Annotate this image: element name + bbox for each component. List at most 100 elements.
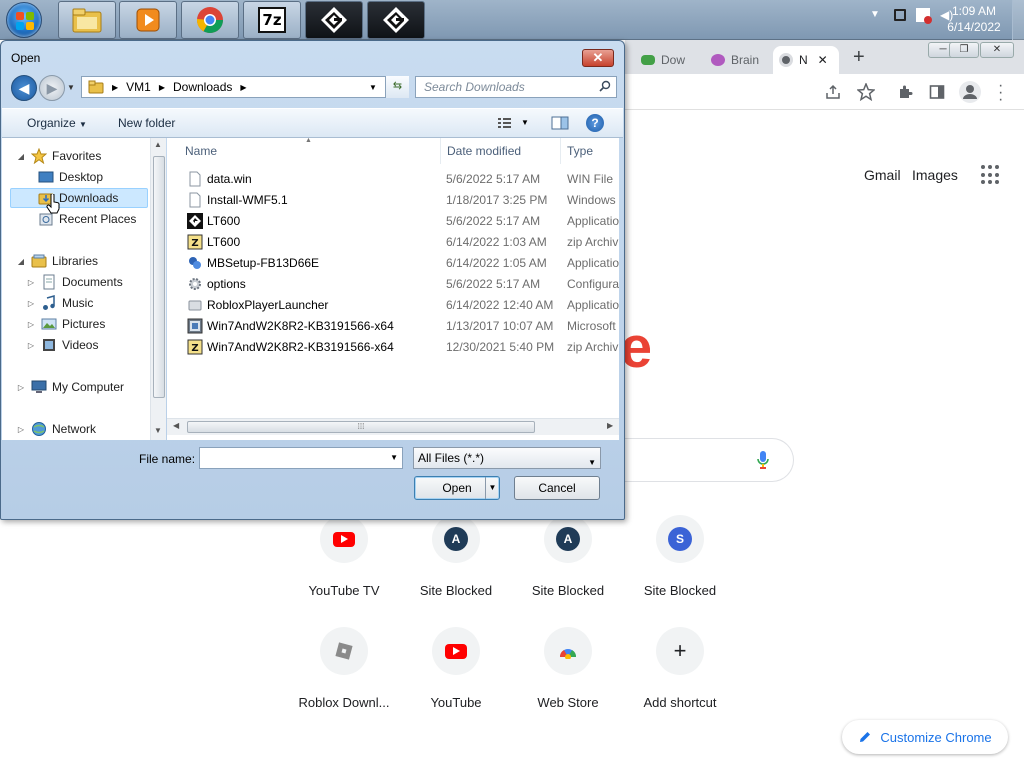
address-bar[interactable]: ▶ VM1 ▶ Downloads ▶ ▼ bbox=[81, 76, 409, 98]
open-button[interactable]: Open ▼ bbox=[414, 476, 500, 500]
breadcrumb-separator-icon[interactable]: ▶ bbox=[159, 83, 165, 92]
scrollbar-thumb[interactable]: ⁞⁞⁞ bbox=[187, 421, 535, 433]
file-name-input[interactable]: ▼ bbox=[199, 447, 403, 469]
scroll-up-arrow-icon[interactable]: ▲ bbox=[154, 140, 162, 149]
close-tab-icon[interactable]: ✕ bbox=[818, 53, 828, 67]
view-dropdown-icon[interactable]: ▼ bbox=[521, 118, 529, 127]
new-folder-button[interactable]: New folder bbox=[118, 116, 175, 130]
action-center-flag-icon[interactable] bbox=[916, 8, 932, 24]
nav-desktop[interactable]: Desktop bbox=[38, 167, 103, 187]
shortcut-web-store[interactable]: Web Store bbox=[512, 627, 624, 710]
file-name-dropdown-icon[interactable]: ▼ bbox=[390, 453, 398, 462]
scroll-right-arrow-icon[interactable]: ▶ bbox=[607, 421, 613, 430]
file-row[interactable]: Z LT600 6/14/2022 1:03 AM zip Archiv bbox=[167, 231, 619, 252]
shortcut-youtube[interactable]: YouTube bbox=[400, 627, 512, 710]
collapsed-arrow-icon[interactable]: ▷ bbox=[26, 299, 36, 308]
taskbar-media-player-button[interactable] bbox=[119, 1, 177, 39]
file-type-select[interactable]: All Files (*.*) ▼ bbox=[413, 447, 601, 469]
scroll-left-arrow-icon[interactable]: ◀ bbox=[173, 421, 179, 430]
close-window-button[interactable]: ✕ bbox=[980, 42, 1014, 58]
shortcut-site-blocked-3[interactable]: S Site Blocked bbox=[624, 515, 736, 598]
nav-my-computer[interactable]: ▷ My Computer bbox=[16, 377, 124, 397]
organize-button[interactable]: Organize ▼ bbox=[27, 116, 87, 130]
collapsed-arrow-icon[interactable]: ▷ bbox=[26, 320, 36, 329]
preview-pane-icon[interactable] bbox=[550, 115, 570, 131]
file-row[interactable]: RobloxPlayerLauncher 6/14/2022 12:40 AM … bbox=[167, 294, 619, 315]
file-row[interactable]: Install-WMF5.1 1/18/2017 3:25 PM Windows bbox=[167, 189, 619, 210]
file-row[interactable]: data.win 5/6/2022 5:17 AM WIN File bbox=[167, 168, 619, 189]
share-icon[interactable] bbox=[825, 84, 841, 100]
collapsed-arrow-icon[interactable]: ▷ bbox=[16, 383, 26, 392]
file-row[interactable]: Z Win7AndW2K8R2-KB3191566-x64 12/30/2021 … bbox=[167, 336, 619, 357]
shortcut-site-blocked-1[interactable]: A Site Blocked bbox=[400, 515, 512, 598]
nav-videos[interactable]: ▷ Videos bbox=[26, 335, 99, 355]
open-options-dropdown-icon[interactable]: ▼ bbox=[485, 477, 499, 499]
taskbar-lt600-button[interactable] bbox=[305, 1, 363, 39]
taskbar-chrome-button[interactable] bbox=[181, 1, 239, 39]
breadcrumb-downloads[interactable]: Downloads bbox=[173, 80, 232, 94]
chrome-tab-1[interactable]: Dow bbox=[635, 46, 691, 74]
file-row[interactable]: Win7AndW2K8R2-KB3191566-x64 1/13/2017 10… bbox=[167, 315, 619, 336]
restore-button[interactable]: ❐ bbox=[949, 42, 979, 58]
nav-recent-places[interactable]: Recent Places bbox=[38, 209, 136, 229]
nav-music[interactable]: ▷ Music bbox=[26, 293, 93, 313]
images-link[interactable]: Images bbox=[912, 167, 958, 183]
collapsed-arrow-icon[interactable]: ▷ bbox=[26, 278, 36, 287]
search-downloads-input[interactable]: Search Downloads bbox=[415, 76, 617, 98]
extensions-icon[interactable] bbox=[897, 84, 913, 100]
file-row[interactable]: MBSetup-FB13D66E 6/14/2022 1:05 AM Appli… bbox=[167, 252, 619, 273]
file-row[interactable]: LT600 5/6/2022 5:17 AM Applicatio bbox=[167, 210, 619, 231]
view-options-icon[interactable] bbox=[496, 115, 516, 131]
help-icon[interactable]: ? bbox=[586, 114, 604, 132]
cancel-button[interactable]: Cancel bbox=[514, 476, 600, 500]
nav-downloads[interactable]: Downloads bbox=[10, 188, 148, 208]
shortcut-youtube-tv[interactable]: YouTube TV bbox=[288, 515, 400, 598]
taskbar-explorer-button[interactable] bbox=[58, 1, 116, 39]
side-panel-icon[interactable] bbox=[929, 84, 945, 100]
breadcrumb-vm1[interactable]: VM1 bbox=[126, 80, 151, 94]
file-type-dropdown-icon[interactable]: ▼ bbox=[588, 453, 596, 473]
chrome-tab-active[interactable]: N ✕ bbox=[773, 46, 839, 74]
expand-arrow-icon[interactable]: ◢ bbox=[16, 152, 26, 161]
network-icon[interactable] bbox=[894, 9, 906, 21]
column-header-date[interactable]: Date modified bbox=[441, 138, 561, 164]
nav-libraries[interactable]: ◢ Libraries bbox=[16, 251, 98, 271]
nav-favorites[interactable]: ◢ Favorites bbox=[16, 146, 101, 166]
taskbar-7zip-button[interactable]: 7z bbox=[243, 1, 301, 39]
nav-documents[interactable]: ▷ Documents bbox=[26, 272, 123, 292]
menu-kebab-icon[interactable]: · · · bbox=[998, 78, 1003, 108]
file-list-horizontal-scrollbar[interactable]: ◀ ⁞⁞⁞ ▶ bbox=[167, 418, 619, 435]
collapsed-arrow-icon[interactable]: ▷ bbox=[16, 425, 26, 434]
chevron-up-icon[interactable]: ▼ bbox=[870, 8, 884, 22]
shortcut-roblox[interactable]: Roblox Downl... bbox=[288, 627, 400, 710]
shortcut-site-blocked-2[interactable]: A Site Blocked bbox=[512, 515, 624, 598]
recent-locations-dropdown[interactable]: ▼ bbox=[67, 83, 75, 92]
nav-pane-scrollbar[interactable]: ▲ ▼ bbox=[150, 138, 166, 440]
microphone-icon[interactable] bbox=[756, 450, 770, 470]
nav-pictures[interactable]: ▷ Pictures bbox=[26, 314, 105, 334]
new-tab-button[interactable]: + bbox=[853, 46, 865, 69]
clock[interactable]: 1:09 AM 6/14/2022 bbox=[944, 3, 1004, 35]
expand-arrow-icon[interactable]: ◢ bbox=[16, 257, 26, 266]
back-button[interactable]: ◀ bbox=[11, 75, 37, 101]
collapsed-arrow-icon[interactable]: ▷ bbox=[26, 341, 36, 350]
refresh-button[interactable]: ⇆ bbox=[385, 76, 409, 98]
show-desktop-button[interactable] bbox=[1012, 0, 1024, 40]
taskbar-lt600-button-2[interactable] bbox=[367, 1, 425, 39]
dialog-close-button[interactable]: ✕ bbox=[582, 49, 614, 67]
breadcrumb-separator-icon[interactable]: ▶ bbox=[240, 83, 246, 92]
forward-button[interactable]: ▶ bbox=[39, 75, 65, 101]
shortcut-add[interactable]: + Add shortcut bbox=[624, 627, 736, 710]
customize-chrome-button[interactable]: Customize Chrome bbox=[842, 720, 1008, 754]
address-dropdown-icon[interactable]: ▼ bbox=[364, 83, 382, 92]
scroll-down-arrow-icon[interactable]: ▼ bbox=[154, 426, 162, 435]
breadcrumb-separator-icon[interactable]: ▶ bbox=[112, 83, 118, 92]
nav-network[interactable]: ▷ Network bbox=[16, 419, 96, 439]
profile-avatar[interactable] bbox=[959, 81, 981, 103]
bookmark-star-icon[interactable] bbox=[857, 83, 875, 101]
file-row[interactable]: options 5/6/2022 5:17 AM Configura bbox=[167, 273, 619, 294]
column-header-type[interactable]: Type bbox=[561, 138, 619, 164]
gmail-link[interactable]: Gmail bbox=[864, 167, 901, 183]
scrollbar-thumb[interactable] bbox=[153, 156, 165, 398]
google-apps-icon[interactable] bbox=[981, 165, 1001, 185]
